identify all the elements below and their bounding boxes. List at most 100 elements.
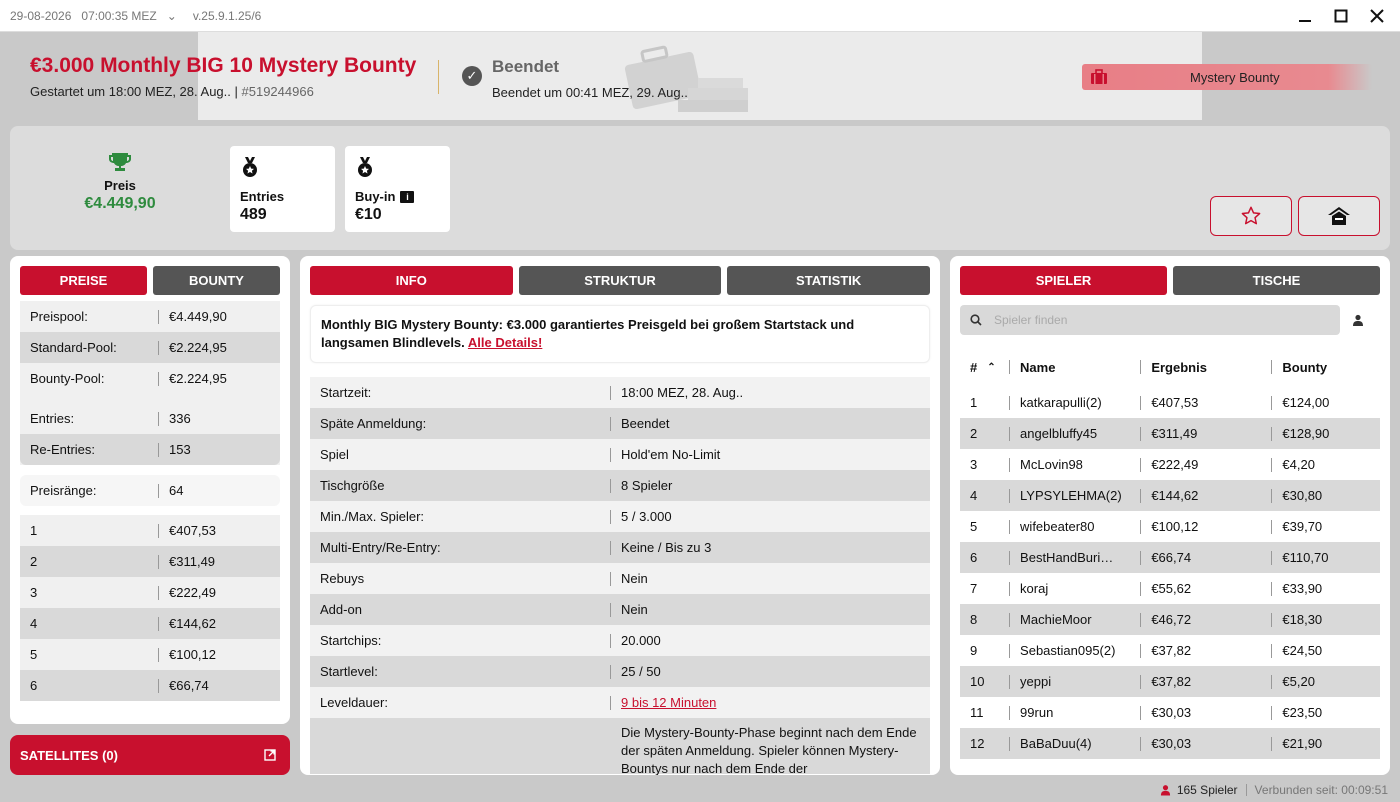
table-row[interactable]: 11 99run €30,03 €23,50 bbox=[960, 697, 1380, 728]
column-separator bbox=[1009, 736, 1011, 751]
column-separator bbox=[1140, 550, 1142, 565]
player-name: katkarapulli(2) bbox=[1020, 395, 1102, 410]
player-name: LYPSYLEHMA(2) bbox=[1020, 488, 1122, 503]
info-panel: INFO STRUKTUR STATISTIK Monthly BIG Myst… bbox=[300, 256, 940, 775]
column-separator bbox=[1009, 550, 1011, 565]
prize-stat: Preis €4.449,90 bbox=[70, 152, 170, 213]
table-row[interactable]: 3 McLovin98 €222,49 €4,20 bbox=[960, 449, 1380, 480]
external-link-icon bbox=[264, 749, 276, 761]
column-separator bbox=[1271, 550, 1273, 565]
table-row[interactable]: 6 BestHandBuri… €66,74 €110,70 bbox=[960, 542, 1380, 573]
tab-info[interactable]: INFO bbox=[310, 266, 513, 295]
info-row: Startchips: 20.000 bbox=[320, 633, 661, 648]
details-link[interactable]: Alle Details! bbox=[468, 335, 542, 350]
player-bounty: €18,30 bbox=[1282, 612, 1323, 627]
player-result: €46,72 bbox=[1151, 612, 1192, 627]
player-search-input[interactable] bbox=[994, 313, 1314, 327]
close-button[interactable] bbox=[1370, 8, 1384, 23]
player-rank: 5 bbox=[970, 519, 978, 534]
column-separator bbox=[1009, 519, 1011, 534]
info-row: Spiel Hold'em No-Limit bbox=[320, 447, 721, 462]
favorite-button[interactable] bbox=[1210, 196, 1292, 236]
buyin-card: Buy-in i €10 bbox=[345, 146, 450, 232]
tab-spieler[interactable]: SPIELER bbox=[960, 266, 1167, 295]
column-separator bbox=[1271, 643, 1273, 658]
time-text: 07:00:35 MEZ bbox=[81, 8, 157, 23]
column-separator bbox=[1271, 426, 1273, 441]
column-separator bbox=[1009, 395, 1011, 410]
column-separator bbox=[1271, 736, 1273, 751]
info-row: Startzeit: 18:00 MEZ, 28. Aug.. bbox=[320, 385, 744, 400]
close-icon bbox=[1370, 8, 1384, 23]
user-icon[interactable] bbox=[1352, 314, 1364, 326]
name-header[interactable]: Name bbox=[1020, 360, 1140, 375]
table-row[interactable]: 1 katkarapulli(2) €407,53 €124,00 bbox=[960, 387, 1380, 418]
player-bounty: €21,90 bbox=[1282, 736, 1323, 751]
chevron-down-icon: ⌄ bbox=[166, 8, 177, 23]
tab-preise[interactable]: PREISE bbox=[20, 266, 147, 295]
column-separator bbox=[1009, 581, 1011, 596]
player-bounty: €23,50 bbox=[1282, 705, 1323, 720]
info-row: Add-on Nein bbox=[310, 594, 930, 625]
player-rank: 1 bbox=[970, 395, 978, 410]
tournament-status: ✓ Beendet Beendet um 00:41 MEZ, 29. Aug.… bbox=[462, 57, 688, 100]
entries-card: Entries 489 bbox=[230, 146, 335, 232]
player-bounty: €110,70 bbox=[1282, 550, 1329, 565]
table-row[interactable]: 8 MachieMoor €46,72 €18,30 bbox=[960, 604, 1380, 635]
pool-block: Preispool: €4.449,90 Standard-Pool: €2.224… bbox=[20, 301, 280, 465]
level-duration-link[interactable]: 9 bis 12 Minuten bbox=[621, 695, 716, 710]
table-row[interactable]: 9 Sebastian095(2) €37,82 €24,50 bbox=[960, 635, 1380, 666]
status-title: Beendet bbox=[492, 57, 560, 76]
table-row[interactable]: 12 BaBaDuu(4) €30,03 €21,90 bbox=[960, 728, 1380, 759]
player-bounty: €124,00 bbox=[1282, 395, 1330, 410]
badge-label: Mystery Bounty bbox=[1190, 69, 1280, 85]
tournament-stats: Preis €4.449,90 Entries 489 Buy-in i €10 bbox=[10, 126, 1390, 250]
date-text: 29-08-2026 bbox=[10, 8, 72, 23]
table-row[interactable]: 4 LYPSYLEHMA(2) €144,62 €30,80 bbox=[960, 480, 1380, 511]
column-separator bbox=[1271, 457, 1273, 472]
player-count: 165 Spieler bbox=[1160, 783, 1238, 797]
table-row[interactable]: 7 koraj €55,62 €33,90 bbox=[960, 573, 1380, 604]
table-row[interactable]: 2 angelbluffy45 €311,49 €128,90 bbox=[960, 418, 1380, 449]
player-rank: 6 bbox=[970, 550, 978, 565]
minimize-icon bbox=[1299, 19, 1311, 22]
star-icon bbox=[1241, 206, 1261, 225]
chevron-up-icon: ⌃ bbox=[987, 361, 996, 373]
medal-icon bbox=[243, 157, 257, 177]
tab-tische[interactable]: TISCHE bbox=[1173, 266, 1380, 295]
entries-row: Entries: 336 bbox=[30, 411, 191, 426]
table-row[interactable]: 10 yeppi €37,82 €5,20 bbox=[960, 666, 1380, 697]
tournament-start: Gestartet um 18:00 MEZ, 28. Aug.. | #519… bbox=[30, 84, 416, 99]
column-separator bbox=[1140, 674, 1142, 689]
result-header[interactable]: Ergebnis bbox=[1151, 360, 1271, 375]
player-name: koraj bbox=[1020, 581, 1049, 596]
column-separator bbox=[1140, 612, 1142, 627]
title-bar: 29-08-2026 07:00:35 MEZ ⌄ v.25.9.1.25/6 bbox=[0, 0, 1400, 32]
bounty-phase-row: Die Mystery-Bounty-Phase beginnt nach de… bbox=[310, 718, 930, 775]
payout-row: 2 €311,49 bbox=[20, 546, 280, 577]
lobby-button[interactable] bbox=[1298, 196, 1380, 236]
table-row[interactable]: 5 wifebeater80 €100,12 €39,70 bbox=[960, 511, 1380, 542]
player-rank: 7 bbox=[970, 581, 978, 596]
buyin-label-row: Buy-in i bbox=[355, 189, 440, 204]
info-icon[interactable]: i bbox=[400, 190, 415, 203]
tab-struktur[interactable]: STRUKTUR bbox=[518, 266, 722, 295]
datetime-dropdown[interactable]: 29-08-2026 07:00:35 MEZ ⌄ bbox=[10, 9, 177, 23]
column-separator bbox=[1009, 612, 1011, 627]
satellites-button[interactable]: SATELLITES (0) bbox=[10, 735, 290, 775]
column-separator bbox=[1271, 581, 1273, 596]
check-icon: ✓ bbox=[462, 66, 482, 86]
minimize-button[interactable] bbox=[1298, 9, 1312, 23]
maximize-button[interactable] bbox=[1334, 9, 1348, 23]
bounty-header[interactable]: Bounty bbox=[1282, 360, 1380, 375]
payout-row: 3 €222,49 bbox=[30, 585, 216, 600]
player-result: €311,49 bbox=[1151, 426, 1198, 441]
info-tabs: INFO STRUKTUR STATISTIK bbox=[300, 256, 940, 295]
tournament-header: €3.000 Monthly BIG 10 Mystery Bounty Ges… bbox=[10, 32, 1390, 120]
tab-bounty[interactable]: BOUNTY bbox=[153, 266, 280, 295]
column-separator bbox=[1140, 519, 1142, 534]
player-name: angelbluffy45 bbox=[1020, 426, 1098, 441]
sort-rank-header[interactable]: # ⌃ bbox=[960, 360, 1009, 375]
medal-icon bbox=[358, 157, 372, 177]
tab-statistik[interactable]: STATISTIK bbox=[727, 266, 931, 295]
